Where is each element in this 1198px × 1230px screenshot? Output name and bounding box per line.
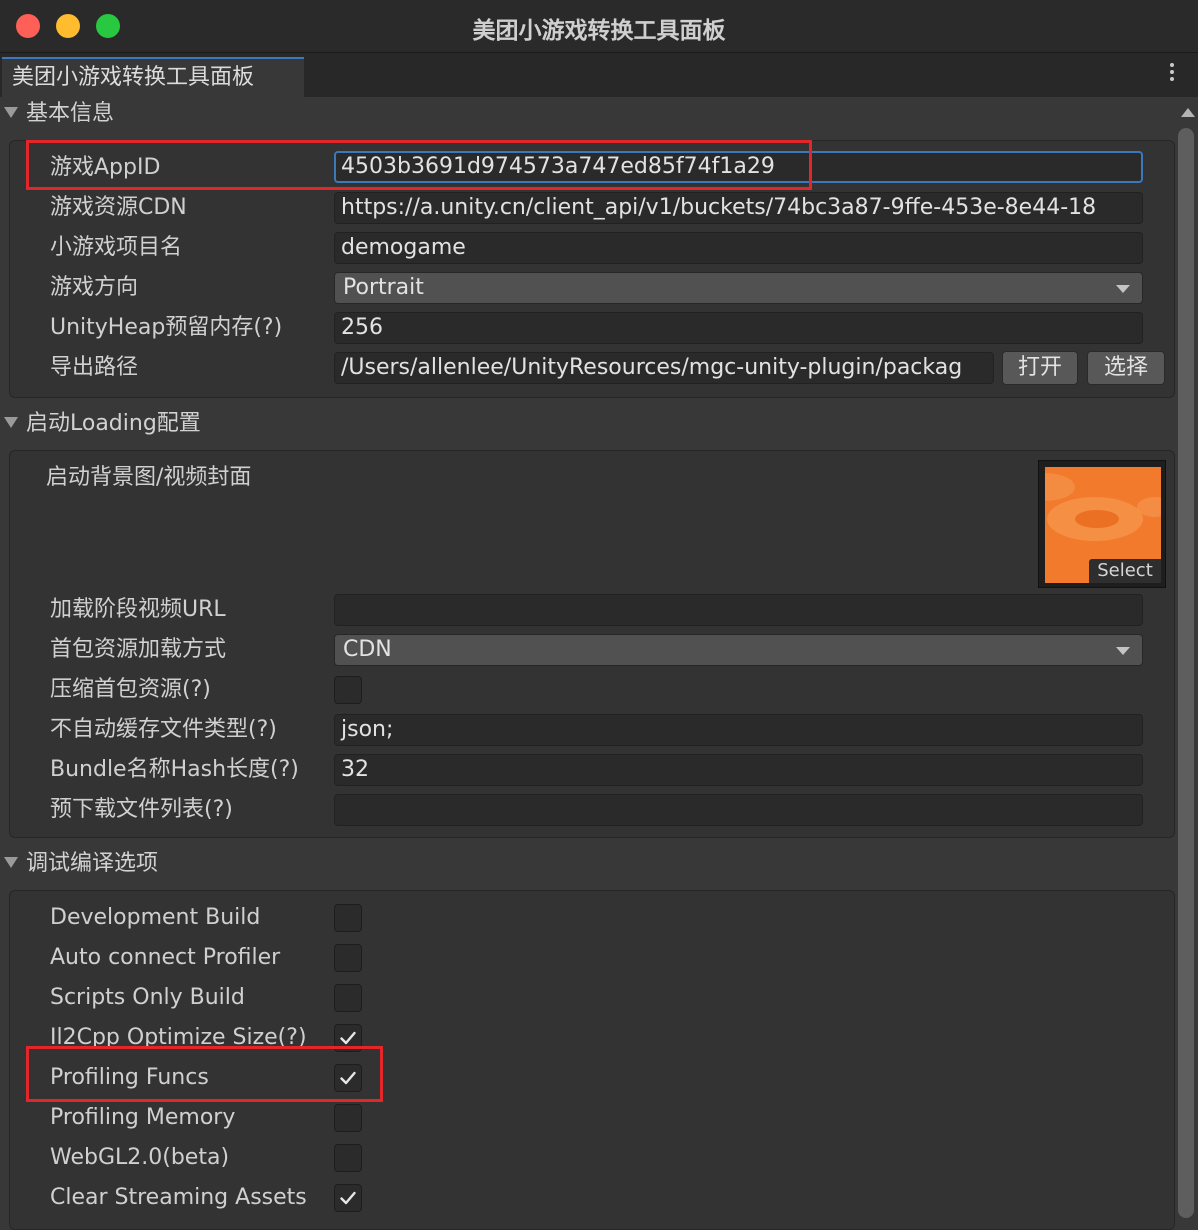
option-label: Clear Streaming Assets (50, 1185, 307, 1210)
window-title: 美团小游戏转换工具面板 (472, 18, 726, 44)
load-mode-value: CDN (343, 637, 392, 662)
profiling-funcs-highlight-box (26, 1046, 383, 1102)
open-button[interactable]: 打开 (1002, 351, 1078, 385)
compress-label: 压缩首包资源(?) (50, 677, 211, 702)
nocache-label: 不自动缓存文件类型(?) (50, 717, 277, 742)
checkmark-icon (340, 1031, 356, 1045)
section-header-debug[interactable]: 调试编译选项 (4, 849, 158, 879)
load-mode-dropdown[interactable]: CDN (334, 634, 1143, 666)
window-titlebar: 美团小游戏转换工具面板 (0, 0, 1198, 53)
webgl2-checkbox[interactable] (334, 1144, 362, 1172)
load-mode-label: 首包资源加载方式 (50, 637, 227, 662)
scroll-up-arrow-icon[interactable] (1181, 108, 1195, 117)
cdn-input[interactable]: https://a.unity.cn/client_api/v1/buckets… (334, 192, 1143, 224)
background-image-field[interactable]: Select (1038, 460, 1166, 588)
clear-streaming-assets-checkbox[interactable] (334, 1184, 362, 1212)
heap-input[interactable]: 256 (334, 312, 1143, 344)
export-path-label: 导出路径 (50, 355, 139, 380)
section-title-loading: 启动Loading配置 (26, 411, 201, 436)
option-label: Development Build (50, 905, 261, 930)
export-path-input[interactable]: /Users/allenlee/UnityResources/mgc-unity… (334, 352, 994, 384)
section-header-basic[interactable]: 基本信息 (4, 99, 114, 129)
development-build-checkbox[interactable] (334, 904, 362, 932)
preload-list-label: 预下载文件列表(?) (50, 797, 233, 822)
preload-list-input[interactable] (334, 794, 1143, 826)
auto-connect-profiler-checkbox[interactable] (334, 944, 362, 972)
appid-highlight-box (26, 140, 812, 190)
section-title-debug: 调试编译选项 (26, 851, 159, 876)
orientation-label: 游戏方向 (50, 275, 139, 300)
option-label: WebGL2.0(beta) (50, 1145, 230, 1170)
project-name-label: 小游戏项目名 (50, 235, 183, 260)
hash-length-label: Bundle名称Hash长度(?) (50, 757, 299, 782)
foldout-triangle-icon (4, 856, 18, 868)
orientation-dropdown[interactable]: Portrait (334, 272, 1143, 304)
hash-length-input[interactable]: 32 (334, 754, 1143, 786)
section-header-loading[interactable]: 启动Loading配置 (4, 409, 201, 439)
video-url-label: 加载阶段视频URL (50, 597, 226, 622)
section-title-basic: 基本信息 (26, 101, 115, 126)
vertical-scrollbar-thumb[interactable] (1178, 128, 1194, 1218)
compress-checkbox[interactable] (334, 676, 362, 704)
tab-converter-panel[interactable]: 美团小游戏转换工具面板 (2, 57, 304, 97)
foldout-triangle-icon (4, 416, 18, 428)
cdn-label: 游戏资源CDN (50, 195, 187, 220)
chevron-down-icon (1116, 285, 1130, 293)
option-label: Scripts Only Build (50, 985, 245, 1010)
profiling-memory-checkbox[interactable] (334, 1104, 362, 1132)
background-image-label: 启动背景图/视频封面 (46, 465, 252, 490)
thumbnail-select-button[interactable]: Select (1089, 559, 1161, 583)
scripts-only-build-checkbox[interactable] (334, 984, 362, 1012)
more-options-icon[interactable] (1170, 61, 1176, 87)
nocache-input[interactable]: json; (334, 714, 1143, 746)
unity-logo-thumbnail-icon: Select (1045, 467, 1161, 583)
select-button[interactable]: 选择 (1087, 351, 1165, 385)
orientation-value: Portrait (343, 275, 424, 300)
video-url-input[interactable] (334, 594, 1143, 626)
option-label: Profiling Memory (50, 1105, 236, 1130)
foldout-triangle-icon (4, 106, 18, 118)
chevron-down-icon (1116, 647, 1130, 655)
heap-label: UnityHeap预留内存(?) (50, 315, 283, 340)
option-label: Auto connect Profiler (50, 945, 281, 970)
checkmark-icon (340, 1191, 356, 1205)
project-name-input[interactable]: demogame (334, 232, 1143, 264)
tab-bar: 美团小游戏转换工具面板 (0, 53, 1198, 97)
